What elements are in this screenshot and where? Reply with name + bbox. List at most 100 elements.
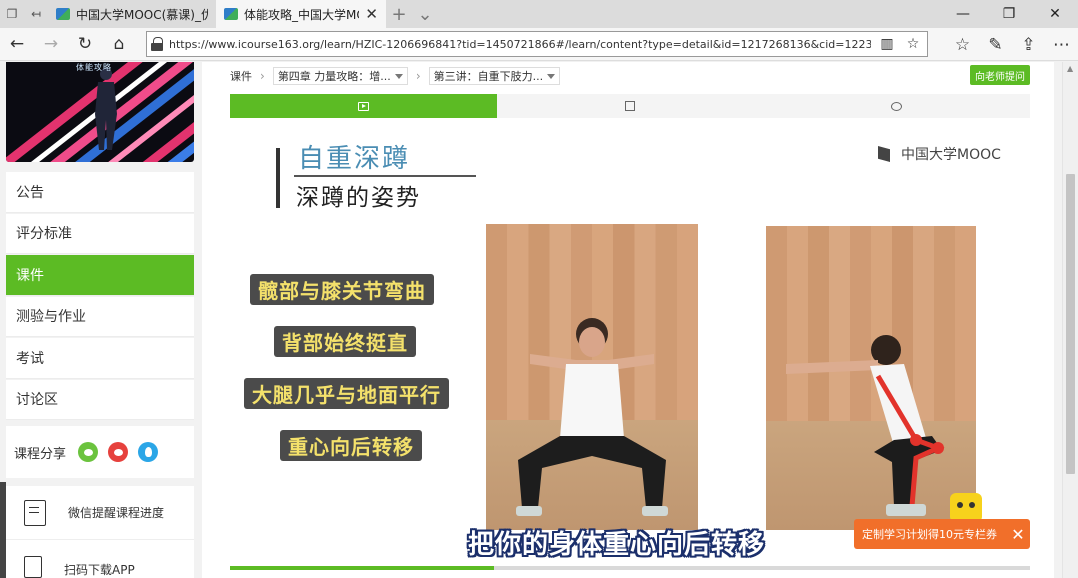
home-icon[interactable]: ⌂ bbox=[102, 28, 136, 61]
posture-point: 大腿几乎与地面平行 bbox=[244, 378, 449, 409]
breadcrumb: 课件 › 第四章 力量攻略：增... › 第三讲：自重下肢力... bbox=[230, 66, 561, 86]
qq-icon[interactable] bbox=[138, 442, 159, 462]
promo-close-icon[interactable]: ✕ bbox=[1006, 525, 1030, 544]
video-progress-fill bbox=[230, 566, 494, 570]
new-tab-icon[interactable]: + bbox=[386, 0, 412, 28]
checklist-icon bbox=[24, 499, 46, 526]
menu-item-label: 讨论区 bbox=[16, 392, 58, 409]
comment-icon bbox=[891, 101, 903, 111]
study-plan-promo[interactable]: 定制学习计划得10元专栏券 ✕ bbox=[854, 519, 1030, 549]
video-player[interactable]: 自重深蹲 深蹲的姿势 中国大学MOOC 髋部与膝关节弯曲 背部始终挺直 大腿几乎… bbox=[230, 118, 1030, 570]
tab-comments[interactable] bbox=[763, 94, 1030, 118]
more-icon[interactable]: ⋯ bbox=[1045, 28, 1078, 61]
mooc-favicon-icon bbox=[56, 8, 70, 20]
video-slide-subtitle: 深蹲的姿势 bbox=[296, 185, 421, 211]
lesson-select[interactable]: 第三讲：自重下肢力... bbox=[428, 67, 561, 85]
phone-icon bbox=[24, 556, 42, 578]
forward-icon[interactable]: → bbox=[34, 28, 68, 61]
download-app-label: 扫码下载APP bbox=[64, 563, 135, 577]
set-aside-tabs-icon[interactable]: ↤ bbox=[24, 0, 48, 28]
tab-video[interactable] bbox=[230, 94, 497, 118]
menu-item-grading[interactable]: 评分标准 bbox=[6, 213, 194, 254]
video-icon bbox=[357, 101, 369, 111]
lesson-select-value: 第三讲：自重下肢力... bbox=[433, 70, 544, 83]
lock-icon bbox=[151, 37, 163, 51]
menu-item-label: 考试 bbox=[16, 350, 44, 367]
posture-point: 重心向后转移 bbox=[280, 430, 422, 461]
menu-item-label: 测验与作业 bbox=[16, 309, 86, 326]
ask-teacher-button[interactable]: 向老师提问 bbox=[970, 65, 1030, 85]
scroll-up-icon[interactable]: ▲ bbox=[1067, 64, 1073, 73]
mooc-watermark: 中国大学MOOC bbox=[878, 144, 1001, 164]
chevron-right-icon: › bbox=[415, 69, 421, 83]
course-share: 课程分享 bbox=[6, 426, 194, 478]
web-page: 体能攻略 公告 评分标准 课件 测验与作业 考试 讨论区 课程分享 微信提醒课程… bbox=[0, 62, 1062, 578]
menu-item-label: 评分标准 bbox=[16, 226, 72, 243]
browser-tab-strip: ❐ ↤ 中国大学MOOC(慕课)_优质 体能攻略_中国大学MOC ✕ + ⌄ —… bbox=[0, 0, 1078, 28]
title-divider bbox=[294, 175, 476, 177]
weibo-icon[interactable] bbox=[108, 442, 129, 462]
download-app[interactable]: 扫码下载APP bbox=[6, 540, 194, 578]
tab-document[interactable] bbox=[497, 94, 764, 118]
video-progress-bar[interactable] bbox=[230, 566, 1030, 570]
menu-item-discussion[interactable]: 讨论区 bbox=[6, 379, 194, 420]
promo-text: 定制学习计划得10元专栏券 bbox=[862, 528, 997, 541]
mooc-logo-icon bbox=[878, 146, 890, 162]
menu-item-courseware[interactable]: 课件 bbox=[6, 255, 194, 296]
menu-item-exam[interactable]: 考试 bbox=[6, 338, 194, 379]
main-content: 课件 › 第四章 力量攻略：增... › 第三讲：自重下肢力... 向老师提问 … bbox=[202, 62, 1054, 578]
refresh-icon[interactable]: ↻ bbox=[68, 28, 102, 61]
document-icon bbox=[625, 101, 635, 111]
wechat-reminder-label: 微信提醒课程进度 bbox=[68, 506, 165, 520]
share-icon[interactable]: ⇪ bbox=[1012, 28, 1045, 61]
star-icon[interactable]: ☆ bbox=[903, 36, 923, 52]
tab-manager-icon[interactable]: ❐ bbox=[0, 0, 24, 28]
tab-title: 体能攻略_中国大学MOC bbox=[244, 7, 359, 22]
url-text[interactable]: https://www.icourse163.org/learn/HZIC-12… bbox=[169, 38, 871, 51]
course-menu: 公告 评分标准 课件 测验与作业 考试 讨论区 bbox=[6, 172, 194, 421]
chapter-select[interactable]: 第四章 力量攻略：增... bbox=[272, 67, 408, 85]
reading-view-icon[interactable]: ▥ bbox=[877, 36, 897, 52]
menu-item-label: 课件 bbox=[16, 267, 44, 284]
tab-preview-chevron-icon[interactable]: ⌄ bbox=[412, 0, 438, 28]
chevron-right-icon: › bbox=[260, 69, 265, 83]
page-scrollbar[interactable]: ▲ bbox=[1062, 62, 1078, 578]
favorites-list-icon[interactable]: ☆ bbox=[946, 28, 979, 61]
browser-nav-bar: ← → ↻ ⌂ https://www.icourse163.org/learn… bbox=[0, 28, 1078, 61]
reminder-panel: 微信提醒课程进度 扫码下载APP bbox=[6, 486, 194, 578]
menu-item-announcements[interactable]: 公告 bbox=[6, 172, 194, 213]
browser-tab-course[interactable]: 体能攻略_中国大学MOC ✕ bbox=[216, 0, 386, 28]
athlete-front-figure bbox=[516, 318, 668, 516]
window-controls: — ❐ ✕ bbox=[940, 0, 1078, 28]
video-caption: 把你的身体重心向后转移 bbox=[468, 530, 766, 560]
tab-close-icon[interactable]: ✕ bbox=[365, 5, 378, 23]
course-logo-text: 体能攻略 bbox=[76, 63, 112, 72]
mooc-favicon-icon bbox=[224, 8, 238, 20]
wechat-icon[interactable] bbox=[78, 442, 99, 462]
address-bar[interactable]: https://www.icourse163.org/learn/HZIC-12… bbox=[146, 31, 928, 57]
breadcrumb-root[interactable]: 课件 bbox=[230, 68, 252, 84]
front-view-photo bbox=[486, 224, 698, 530]
mascot-icon bbox=[950, 493, 982, 521]
title-accent-bar bbox=[276, 148, 280, 208]
side-view-photo bbox=[766, 226, 976, 530]
caret-down-icon bbox=[394, 73, 403, 79]
pen-icon[interactable]: ✎ bbox=[979, 28, 1012, 61]
window-close-icon[interactable]: ✕ bbox=[1032, 0, 1078, 28]
scrollbar-thumb[interactable] bbox=[1066, 174, 1075, 474]
back-icon[interactable]: ← bbox=[0, 28, 34, 61]
browser-tab-mooc-home[interactable]: 中国大学MOOC(慕课)_优质 bbox=[48, 0, 216, 28]
menu-item-label: 公告 bbox=[16, 184, 44, 201]
restore-icon[interactable]: ❐ bbox=[986, 0, 1032, 28]
athlete-side-figure bbox=[786, 335, 945, 516]
wechat-reminder[interactable]: 微信提醒课程进度 bbox=[6, 486, 194, 540]
posture-point: 髋部与膝关节弯曲 bbox=[250, 274, 434, 305]
caret-down-icon bbox=[547, 73, 556, 79]
posture-point: 背部始终挺直 bbox=[274, 326, 416, 357]
content-tabs bbox=[230, 94, 1030, 118]
course-banner-image: 体能攻略 bbox=[6, 62, 194, 162]
athlete-silhouette bbox=[95, 68, 117, 150]
tab-title: 中国大学MOOC(慕课)_优质 bbox=[76, 7, 208, 22]
menu-item-quizzes[interactable]: 测验与作业 bbox=[6, 296, 194, 337]
minimize-icon[interactable]: — bbox=[940, 0, 986, 28]
